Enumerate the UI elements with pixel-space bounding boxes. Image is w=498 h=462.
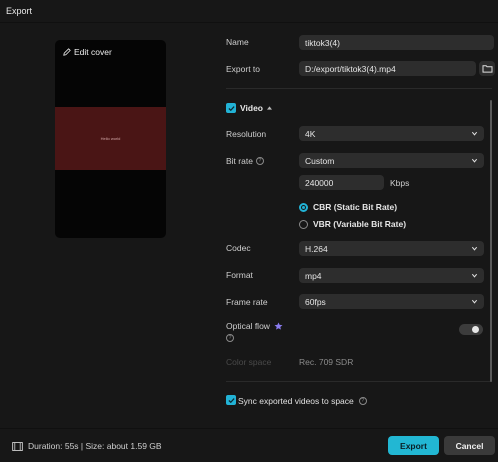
bit-rate-value: Custom: [305, 155, 335, 166]
folder-icon: [482, 65, 492, 73]
checkmark-icon: [227, 397, 235, 403]
video-section-header[interactable]: Video: [240, 103, 272, 113]
vbr-radio[interactable]: [299, 219, 308, 229]
export-to-label: Export to: [226, 64, 261, 74]
section-divider: [226, 88, 492, 89]
chevron-down-icon: [471, 246, 478, 251]
export-path-value: D:/export/tiktok3(4).mp4: [305, 63, 396, 74]
color-space-label: Color space: [226, 357, 272, 367]
format-label: Format: [226, 270, 253, 280]
name-input[interactable]: tiktok3(4): [299, 35, 494, 50]
bit-rate-label: Bit rate: [226, 156, 253, 166]
frame-rate-select[interactable]: 60fps: [299, 294, 484, 309]
preview-frame-band: Hello world: [55, 107, 166, 170]
vbr-label: VBR (Variable Bit Rate): [313, 219, 407, 229]
checkmark-icon: [227, 105, 235, 111]
bit-rate-select[interactable]: Custom: [299, 153, 484, 168]
browse-folder-button[interactable]: [479, 61, 495, 76]
resolution-select[interactable]: 4K: [299, 126, 484, 141]
scrollbar[interactable]: [490, 100, 492, 382]
video-checkbox[interactable]: [226, 103, 236, 113]
film-icon: [12, 441, 23, 451]
bit-rate-label-group: Bit rate ?: [226, 156, 264, 166]
resolution-value: 4K: [305, 128, 316, 139]
pencil-icon: [63, 48, 71, 56]
export-summary: Duration: 55s | Size: about 1.59 GB: [12, 441, 162, 451]
edit-cover-button[interactable]: Edit cover: [63, 47, 112, 57]
info-icon[interactable]: ?: [358, 397, 367, 405]
optical-flow-toggle[interactable]: [459, 324, 483, 335]
footer-divider: [0, 428, 498, 429]
name-input-value: tiktok3(4): [305, 37, 340, 48]
dialog-title: Export: [6, 6, 33, 16]
cancel-button[interactable]: Cancel: [444, 436, 495, 455]
resolution-label: Resolution: [226, 129, 267, 139]
section-divider: [226, 381, 492, 382]
edit-cover-label: Edit cover: [74, 47, 112, 57]
bit-rate-custom-value: 240000: [305, 177, 334, 188]
chevron-down-icon: [471, 158, 478, 163]
info-icon[interactable]: ?: [226, 334, 234, 342]
bit-rate-unit: Kbps: [390, 178, 410, 188]
optical-flow-label: Optical flow: [226, 321, 270, 331]
info-icon[interactable]: ?: [255, 157, 264, 165]
summary-text: Duration: 55s | Size: about 1.59 GB: [28, 441, 162, 451]
chevron-up-icon: [267, 106, 272, 110]
chevron-down-icon: [471, 273, 478, 278]
chevron-down-icon: [471, 299, 478, 304]
sync-label: Sync exported videos to space: [238, 396, 354, 406]
export-button[interactable]: Export: [388, 436, 439, 455]
format-value: mp4: [305, 270, 322, 281]
sync-option[interactable]: Sync exported videos to space ?: [238, 396, 367, 406]
codec-value: H.264: [305, 243, 328, 254]
cbr-label: CBR (Static Bit Rate): [313, 202, 398, 212]
video-section-label: Video: [240, 103, 263, 113]
optical-flow-label-group: Optical flow: [226, 321, 283, 331]
format-select[interactable]: mp4: [299, 268, 484, 283]
codec-select[interactable]: H.264: [299, 241, 484, 256]
cbr-radio-option[interactable]: CBR (Static Bit Rate): [299, 202, 397, 212]
color-space-value: Rec. 709 SDR: [299, 357, 354, 367]
vbr-radio-option[interactable]: VBR (Variable Bit Rate): [299, 219, 406, 229]
frame-rate-label: Frame rate: [226, 297, 268, 307]
preview-overlay-text: Hello world: [100, 136, 121, 141]
video-preview: Edit cover Hello world: [55, 40, 166, 238]
bit-rate-custom-input[interactable]: 240000: [299, 175, 384, 190]
title-divider: [0, 22, 498, 23]
frame-rate-value: 60fps: [305, 296, 326, 307]
sync-checkbox[interactable]: [226, 395, 236, 405]
cbr-radio[interactable]: [299, 202, 308, 212]
export-path-input[interactable]: D:/export/tiktok3(4).mp4: [299, 61, 476, 76]
chevron-down-icon: [471, 131, 478, 136]
premium-badge-icon: [274, 322, 283, 330]
name-label: Name: [226, 37, 249, 47]
codec-label: Codec: [226, 243, 251, 253]
